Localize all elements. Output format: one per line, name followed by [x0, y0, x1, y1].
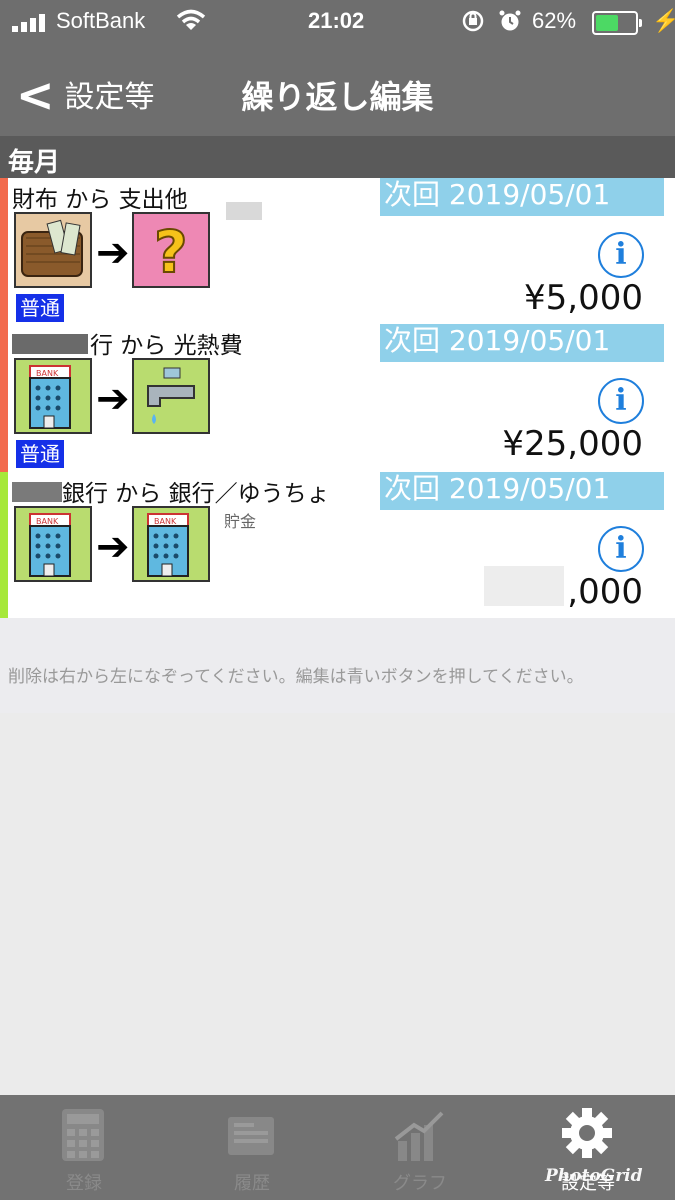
row-title: 行 から 光熱費 [90, 333, 243, 359]
arrow-right-icon: ➔ [96, 230, 130, 276]
redacted-text [12, 334, 88, 354]
row-color-stripe [0, 324, 8, 472]
next-date-badge: 次回 2019/05/01 [380, 472, 664, 510]
row-title: 銀行 から 銀行／ゆうちょ [62, 481, 330, 507]
row-amount: ¥25,000 [502, 424, 643, 464]
svg-text:BANK: BANK [154, 517, 177, 526]
tab-history[interactable]: 履歴 [168, 1095, 336, 1200]
row-subtitle: 貯金 [224, 512, 257, 531]
info-button[interactable]: i [598, 526, 644, 572]
history-icon [224, 1107, 278, 1163]
wifi-icon [176, 8, 206, 36]
bank-icon: BANK [14, 358, 92, 434]
page-title: 繰り返し編集 [241, 78, 434, 116]
row-color-stripe [0, 472, 8, 618]
calculator-icon [56, 1107, 110, 1163]
redacted-text [226, 202, 262, 220]
redacted-text [12, 482, 62, 502]
next-date-badge: 次回 2019/05/01 [380, 178, 664, 216]
wallet-icon [14, 212, 92, 288]
row-amount: ,000 [567, 572, 643, 612]
bank-icon: BANK [132, 506, 210, 582]
tab-label: 履歴 [234, 1173, 270, 1194]
svg-text:BANK: BANK [36, 369, 59, 378]
section-label: 毎月 [8, 148, 61, 178]
list-item[interactable]: 行 から 光熱費 次回 2019/05/01 BANK ➔ i ¥25,000 … [8, 324, 675, 473]
battery-percent: 62% [532, 8, 577, 33]
tab-label: グラフ [393, 1173, 447, 1194]
account-type-badge: 普通 [16, 440, 64, 468]
faucet-icon [132, 358, 210, 434]
gear-icon [560, 1107, 614, 1163]
photogrid-watermark: PhotoGrid [545, 1166, 643, 1186]
svg-text:?: ? [154, 218, 188, 286]
question-icon: ? [132, 212, 210, 288]
info-button[interactable]: i [598, 232, 644, 278]
charging-icon: ⚡ [652, 8, 675, 33]
next-date-badge: 次回 2019/05/01 [380, 324, 664, 362]
tab-register[interactable]: 登録 [0, 1095, 168, 1200]
alarm-icon [498, 9, 522, 37]
empty-area [0, 713, 675, 1095]
battery-icon [592, 11, 642, 35]
list-item[interactable]: 銀行 から 銀行／ゆうちょ 貯金 次回 2019/05/01 BANK ➔ BA… [8, 472, 675, 619]
arrow-right-icon: ➔ [96, 376, 130, 422]
signal-icon [12, 13, 48, 32]
orientation-lock-icon [461, 9, 485, 37]
tab-graph[interactable]: グラフ [336, 1095, 504, 1200]
status-time: 21:02 [308, 8, 365, 33]
redacted-text [484, 566, 564, 606]
row-title: 財布 から 支出他 [12, 187, 188, 213]
carrier-name: SoftBank [56, 8, 146, 33]
tab-label: 登録 [66, 1173, 102, 1194]
info-button[interactable]: i [598, 378, 644, 424]
row-color-stripe [0, 178, 8, 324]
row-amount: ¥5,000 [524, 278, 643, 318]
section-header [0, 136, 675, 178]
arrow-right-icon: ➔ [96, 524, 130, 570]
svg-text:BANK: BANK [36, 517, 59, 526]
instruction-text: 削除は右から左になぞってください。編集は青いボタンを押してください。 [8, 667, 584, 687]
account-type-badge: 普通 [16, 294, 64, 322]
bank-icon: BANK [14, 506, 92, 582]
chart-icon [392, 1107, 446, 1163]
list-item[interactable]: 財布 から 支出他 次回 2019/05/01 ➔ ? i ¥5,000 普通 [8, 178, 675, 326]
